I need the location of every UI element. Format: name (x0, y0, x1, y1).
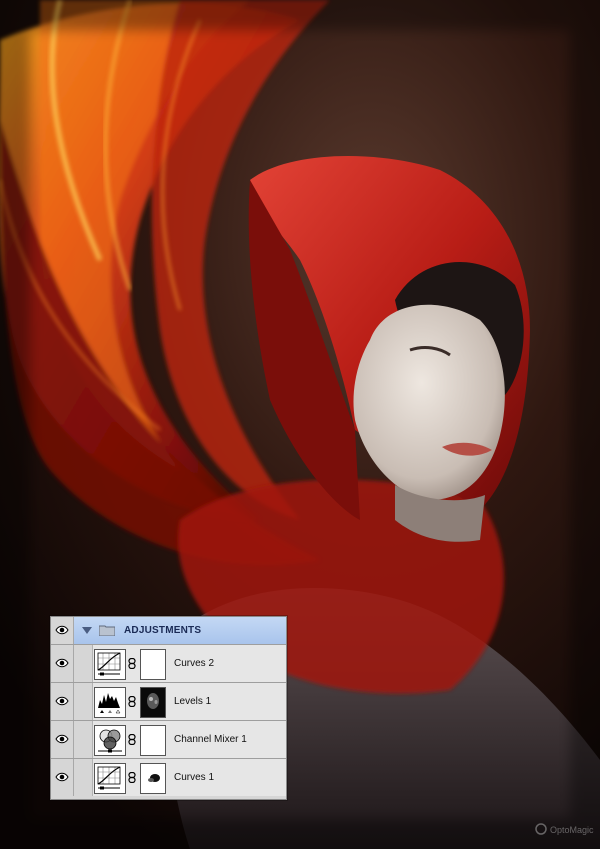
link-chain-icon[interactable] (128, 772, 136, 783)
layer-mask-thumbnail[interactable] (140, 649, 166, 680)
layer-name: Curves 1 (174, 772, 215, 783)
link-chain-icon[interactable] (128, 696, 136, 707)
folder-icon (99, 625, 115, 636)
eye-visibility-icon[interactable] (55, 734, 69, 744)
eye-visibility-icon[interactable] (55, 625, 69, 635)
disclosure-triangle-icon[interactable] (82, 627, 92, 634)
layers-panel: ADJUSTMENTS Curves 2 Levels 1 Channel Mi… (50, 616, 287, 800)
curves-icon (94, 649, 126, 680)
layer-row-curves-1[interactable]: Curves 1 (51, 759, 286, 796)
layer-row-curves-2[interactable]: Curves 2 (51, 645, 286, 683)
channel-mixer-icon (94, 725, 126, 756)
curves-icon (94, 763, 126, 794)
layer-row-levels-1[interactable]: Levels 1 (51, 683, 286, 721)
levels-icon (94, 687, 126, 718)
eye-visibility-icon[interactable] (55, 772, 69, 782)
layer-name: Channel Mixer 1 (174, 734, 247, 745)
artwork-canvas: OptoMagic ADJUSTMENTS Curves 2 Levels 1 … (0, 0, 600, 849)
eye-visibility-icon[interactable] (55, 658, 69, 668)
layer-mask-thumbnail[interactable] (140, 687, 166, 718)
layer-name: Curves 2 (174, 658, 215, 669)
layer-mask-thumbnail[interactable] (140, 725, 166, 756)
layer-group-row[interactable]: ADJUSTMENTS (51, 617, 286, 645)
link-chain-icon[interactable] (128, 658, 136, 669)
svg-text:OptoMagic: OptoMagic (550, 825, 594, 835)
group-name: ADJUSTMENTS (124, 625, 202, 636)
layer-name: Levels 1 (174, 696, 212, 707)
eye-visibility-icon[interactable] (55, 696, 69, 706)
layer-row-channel-mixer-1[interactable]: Channel Mixer 1 (51, 721, 286, 759)
layer-mask-thumbnail[interactable] (140, 763, 166, 794)
link-chain-icon[interactable] (128, 734, 136, 745)
